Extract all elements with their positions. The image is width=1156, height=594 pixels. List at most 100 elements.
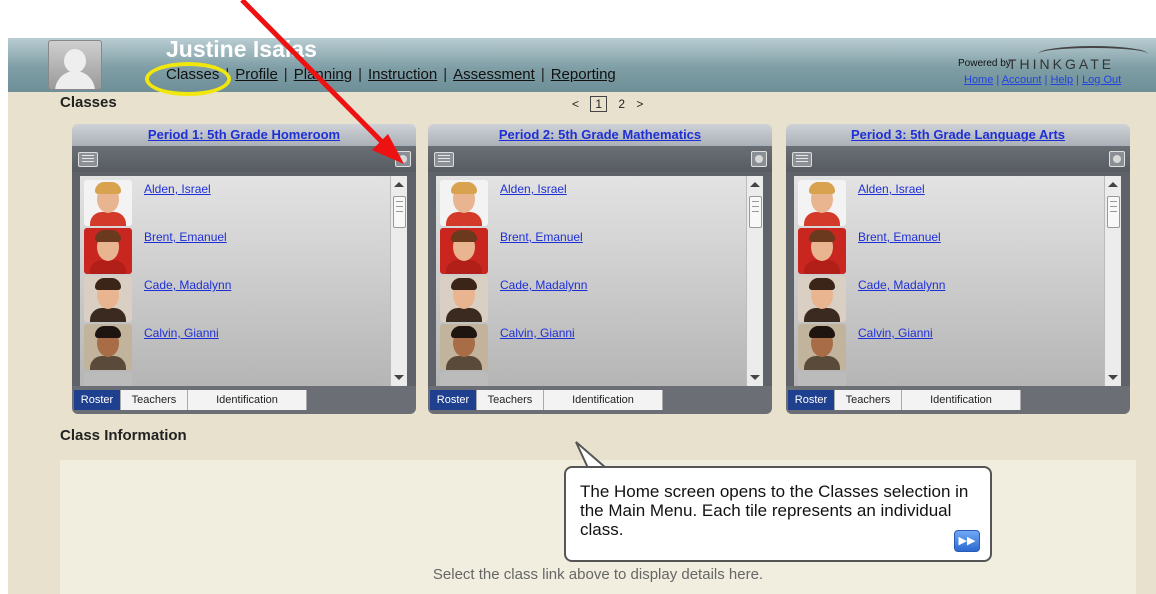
- student-row: Calvin, Gianni: [798, 324, 1098, 370]
- pager-page-2[interactable]: 2: [618, 97, 625, 111]
- student-row: Brent, Emanuel: [798, 228, 1098, 274]
- scroll-down-icon[interactable]: [1108, 375, 1118, 380]
- student-photo: [440, 324, 488, 370]
- tab-roster[interactable]: Roster: [430, 390, 477, 410]
- menu-item-profile[interactable]: Profile: [235, 66, 278, 83]
- student-row: Cade, Madalynn: [440, 276, 740, 322]
- student-photo: [440, 180, 488, 226]
- student-photo: [798, 228, 846, 274]
- expand-icon[interactable]: [751, 151, 767, 167]
- brand-text: THINKGATE: [1008, 56, 1115, 72]
- student-link[interactable]: Alden, Israel: [144, 182, 211, 196]
- student-row: Brent, Emanuel: [84, 228, 384, 274]
- tile-tabs: Roster Teachers Identification: [428, 386, 772, 414]
- student-row: Alden, Israel: [798, 180, 1098, 226]
- student-photo: [440, 276, 488, 322]
- tab-roster[interactable]: Roster: [788, 390, 835, 410]
- pager-prev-button[interactable]: <: [572, 97, 579, 111]
- tab-roster[interactable]: Roster: [74, 390, 121, 410]
- highlight-ellipse: [145, 62, 231, 96]
- student-row: Cade, Madalynn: [798, 276, 1098, 322]
- app-window: Justine Isaias Classes | Profile | Planning |…: [8, 38, 1156, 594]
- tile-body: Alden, Israel Brent, Emanuel Cade, Madal…: [428, 172, 772, 386]
- tile-menu-icon[interactable]: [792, 152, 812, 167]
- menu-item-assessment[interactable]: Assessment: [453, 66, 535, 83]
- logout-link[interactable]: Log Out: [1082, 74, 1121, 86]
- roster-scrollbar[interactable]: [390, 176, 407, 386]
- student-photo: [84, 372, 132, 386]
- menu-item-instruction[interactable]: Instruction: [368, 66, 437, 83]
- tab-identification[interactable]: Identification: [188, 390, 307, 410]
- student-photo: [440, 228, 488, 274]
- menu-separator: |: [540, 66, 545, 83]
- student-photo: [798, 324, 846, 370]
- student-link[interactable]: Cade, Madalynn: [500, 278, 587, 292]
- student-link[interactable]: Brent, Emanuel: [858, 230, 941, 244]
- home-link[interactable]: Home: [964, 74, 993, 86]
- roster-scrollbar[interactable]: [746, 176, 763, 386]
- student-link[interactable]: Alden, Israel: [858, 182, 925, 196]
- student-link[interactable]: Brent, Emanuel: [500, 230, 583, 244]
- scroll-down-icon[interactable]: [750, 375, 760, 380]
- avatar[interactable]: [48, 40, 102, 90]
- account-links: Home | Account | Help | Log Out: [964, 74, 1122, 86]
- student-row: Alden, Israel: [84, 180, 384, 226]
- student-link[interactable]: Cade, Madalynn: [858, 278, 945, 292]
- roster-scrollbar[interactable]: [1104, 176, 1121, 386]
- expand-icon[interactable]: [1109, 151, 1125, 167]
- student-link[interactable]: Calvin, Gianni: [858, 326, 933, 340]
- student-photo: [84, 228, 132, 274]
- tooltip-text: The Home screen opens to the Classes sel…: [580, 482, 969, 539]
- student-row: Calvin, Gianni: [84, 324, 384, 370]
- menu-item-reporting[interactable]: Reporting: [551, 66, 616, 83]
- student-link[interactable]: Calvin, Gianni: [500, 326, 575, 340]
- help-link[interactable]: Help: [1050, 74, 1073, 86]
- scroll-thumb[interactable]: [393, 196, 406, 228]
- class-tile: Period 1: 5th Grade Homeroom Alden, Isra…: [72, 124, 416, 414]
- tab-teachers[interactable]: Teachers: [121, 390, 188, 410]
- account-link[interactable]: Account: [1002, 74, 1042, 86]
- tile-menu-icon[interactable]: [78, 152, 98, 167]
- scroll-up-icon[interactable]: [394, 182, 404, 187]
- student-row: [440, 372, 740, 386]
- scroll-up-icon[interactable]: [750, 182, 760, 187]
- classes-section-title: Classes: [60, 94, 117, 111]
- powered-by-label: Powered by:: [958, 58, 1014, 69]
- fast-forward-icon[interactable]: ▶▶: [954, 530, 980, 552]
- scroll-thumb[interactable]: [749, 196, 762, 228]
- menu-separator: |: [283, 66, 288, 83]
- student-row: [84, 372, 384, 386]
- student-row: Calvin, Gianni: [440, 324, 740, 370]
- avatar-body-icon: [55, 71, 95, 89]
- class-information-placeholder: Select the class link above to display d…: [432, 566, 764, 583]
- pager-page-1[interactable]: 1: [590, 96, 608, 112]
- student-photo: [798, 276, 846, 322]
- class-tile: Period 3: 5th Grade Language Arts Alden,…: [786, 124, 1130, 414]
- tutorial-tooltip: The Home screen opens to the Classes sel…: [564, 466, 992, 562]
- menu-separator: |: [358, 66, 362, 83]
- tab-identification[interactable]: Identification: [902, 390, 1021, 410]
- student-link[interactable]: Brent, Emanuel: [144, 230, 227, 244]
- tile-body: Alden, Israel Brent, Emanuel Cade, Madal…: [786, 172, 1130, 386]
- tab-teachers[interactable]: Teachers: [477, 390, 544, 410]
- tile-header: Period 1: 5th Grade Homeroom: [72, 124, 416, 146]
- expand-icon[interactable]: [395, 151, 411, 167]
- tab-teachers[interactable]: Teachers: [835, 390, 902, 410]
- class-title-link[interactable]: Period 2: 5th Grade Mathematics: [499, 127, 701, 142]
- scroll-up-icon[interactable]: [1108, 182, 1118, 187]
- class-title-link[interactable]: Period 3: 5th Grade Language Arts: [851, 127, 1065, 142]
- student-photo: [798, 372, 846, 386]
- scroll-thumb[interactable]: [1107, 196, 1120, 228]
- tile-menu-icon[interactable]: [434, 152, 454, 167]
- student-link[interactable]: Alden, Israel: [500, 182, 567, 196]
- menu-item-planning[interactable]: Planning: [294, 66, 352, 83]
- brand-logo: THINKGATE: [1008, 46, 1156, 72]
- student-link[interactable]: Calvin, Gianni: [144, 326, 219, 340]
- scroll-down-icon[interactable]: [394, 375, 404, 380]
- pager-next-button[interactable]: >: [636, 97, 643, 111]
- student-link[interactable]: Cade, Madalynn: [144, 278, 231, 292]
- class-information-title: Class Information: [60, 427, 187, 444]
- tab-identification[interactable]: Identification: [544, 390, 663, 410]
- class-title-link[interactable]: Period 1: 5th Grade Homeroom: [148, 127, 340, 142]
- tile-header: Period 3: 5th Grade Language Arts: [786, 124, 1130, 146]
